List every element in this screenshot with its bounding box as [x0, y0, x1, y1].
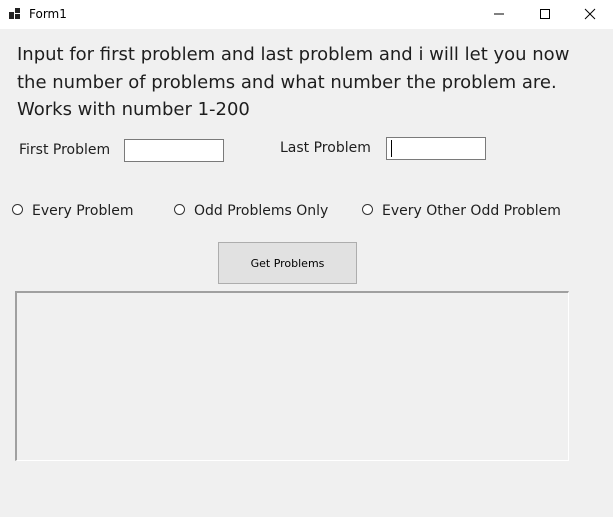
first-problem-label: First Problem [19, 142, 111, 158]
instructions-line-1: Input for first problem and last problem… [17, 44, 570, 65]
radio-circle-icon [174, 204, 185, 215]
instructions-line-3: Works with number 1-200 [17, 99, 250, 120]
every-other-odd-radio[interactable]: Every Other Odd Problem [362, 202, 572, 220]
radio-circle-icon [12, 204, 23, 215]
results-output-box[interactable] [15, 291, 569, 461]
last-problem-input[interactable] [386, 137, 486, 160]
close-button[interactable] [567, 0, 613, 29]
instructions-line-2: the number of problems and what number t… [17, 71, 557, 93]
form1-window: Form1 Input for first problem and last p… [0, 0, 613, 517]
every-problem-radio[interactable]: Every Problem [12, 202, 142, 220]
title-bar[interactable]: Form1 [0, 0, 613, 29]
minimize-icon [494, 13, 504, 15]
app-icon [9, 8, 20, 19]
maximize-icon [540, 9, 550, 19]
window-title: Form1 [29, 7, 67, 21]
odd-problems-radio[interactable]: Odd Problems Only [174, 202, 344, 220]
maximize-button[interactable] [522, 0, 568, 29]
text-caret [391, 140, 392, 157]
instructions-label: Input for first problem and last problem… [17, 41, 597, 124]
get-problems-button[interactable]: Get Problems [218, 242, 357, 284]
last-problem-label: Last Problem [280, 140, 371, 156]
close-icon [584, 8, 596, 20]
minimize-button[interactable] [476, 0, 522, 29]
first-problem-input[interactable] [124, 139, 224, 162]
every-problem-label: Every Problem [32, 203, 134, 219]
odd-problems-label: Odd Problems Only [194, 203, 329, 219]
radio-circle-icon [362, 204, 373, 215]
every-other-odd-label: Every Other Odd Problem [382, 203, 561, 219]
